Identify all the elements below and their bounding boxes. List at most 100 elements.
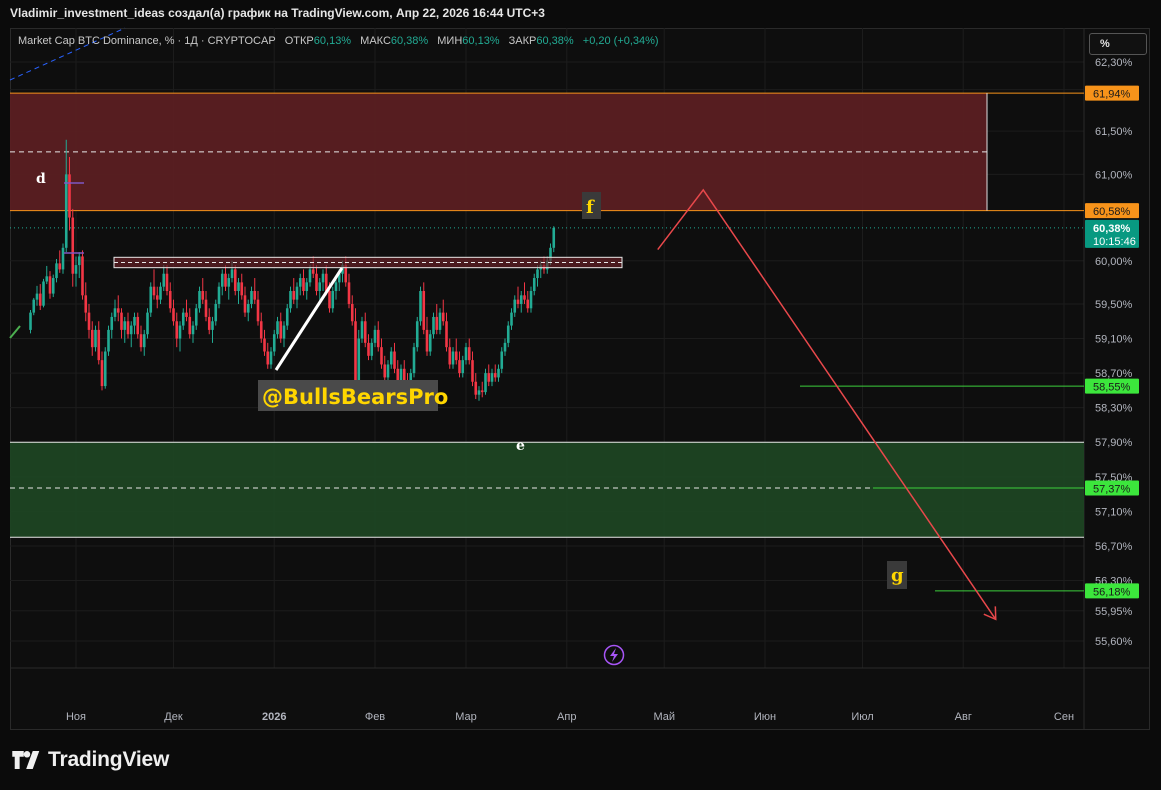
candle-up — [298, 278, 302, 287]
candle-down — [152, 286, 156, 296]
candle-down — [207, 316, 211, 330]
candle-down — [448, 347, 452, 365]
candle-up — [35, 293, 39, 300]
price-tag-text: 60,58% — [1093, 206, 1131, 218]
candle-up — [272, 334, 276, 352]
time-tick-label: Авг — [955, 711, 972, 723]
candle-up — [64, 174, 68, 248]
candle-down — [224, 273, 227, 287]
candle-up — [142, 334, 146, 348]
price-tick-label: 57,10% — [1095, 506, 1133, 518]
candle-up — [295, 286, 299, 300]
candle-down — [233, 269, 237, 292]
change-value: +0,20 (+0,34%) — [582, 35, 659, 47]
candle-up — [159, 286, 162, 300]
candle-up — [536, 269, 539, 279]
price-tick-label: 60,00% — [1095, 256, 1133, 268]
candle-up — [230, 269, 234, 279]
candle-up — [178, 325, 182, 339]
candle-up — [519, 295, 523, 304]
trend-line-white — [274, 267, 344, 371]
candle-down — [516, 299, 520, 304]
candle-up — [510, 312, 513, 326]
candle-up — [107, 329, 110, 352]
candle-up — [506, 325, 510, 343]
price-tag-text: 61,94% — [1093, 89, 1131, 101]
candle-down — [311, 269, 315, 274]
price-tick-label: 55,95% — [1095, 606, 1133, 618]
candle-down — [422, 291, 426, 330]
candle-down — [435, 316, 439, 330]
percent-scale-button[interactable]: % — [1089, 33, 1147, 55]
candle-up — [250, 291, 253, 304]
candle-up — [305, 282, 309, 292]
candle-down — [100, 360, 104, 387]
chart-canvas[interactable]: defg@BullsBearsPro 62,30%61,98%61,50%61,… — [0, 0, 1161, 790]
candle-down — [120, 312, 123, 330]
candle-up — [113, 308, 117, 317]
candle-down — [493, 373, 497, 378]
candle-down — [87, 312, 91, 330]
symbol-name: Market Cap BTC Dominance, % · 1Д · CRYPT… — [18, 35, 276, 47]
candle-down — [185, 312, 188, 317]
candle-down — [201, 291, 205, 300]
price-tick-label: 62,30% — [1095, 57, 1133, 69]
time-tick-label: Июн — [754, 711, 776, 723]
time-tick-label: Июл — [851, 711, 873, 723]
candle-up — [181, 312, 185, 326]
candle-down — [48, 276, 52, 294]
candle-down — [393, 351, 396, 369]
high-value: 60,38% — [390, 35, 429, 47]
candle-up — [373, 329, 377, 343]
annotation-f: f — [586, 197, 595, 218]
candle-up — [484, 373, 487, 393]
candle-down — [302, 278, 305, 292]
candle-up — [334, 282, 338, 292]
candle-up — [331, 291, 335, 309]
candle-up — [94, 329, 97, 348]
tradingview-logo: TradingView — [12, 748, 169, 772]
price-tag-text: 58,55% — [1093, 382, 1131, 394]
open-value: 60,13% — [313, 35, 352, 47]
candle-down — [376, 329, 380, 348]
candle-down — [136, 316, 140, 335]
candle-up — [123, 321, 127, 330]
candle-down — [58, 263, 62, 270]
candle-down — [175, 321, 179, 339]
candle-down — [253, 291, 257, 300]
candle-down — [350, 303, 354, 322]
price-tick-label: 57,90% — [1095, 437, 1133, 449]
low-value: 60,13% — [462, 35, 500, 47]
candle-up — [428, 334, 432, 352]
candle-up — [289, 291, 292, 309]
tradingview-wordmark: TradingView — [48, 748, 170, 771]
time-tick-label: Май — [653, 711, 675, 723]
candle-up — [32, 299, 36, 313]
candle-down — [523, 295, 526, 300]
projection-arrow — [657, 188, 997, 620]
time-tick-label: Мар — [455, 711, 477, 723]
tradingview-logo-icon — [12, 751, 40, 769]
candle-up — [503, 342, 507, 352]
candle-up — [412, 347, 416, 374]
candle-down — [188, 316, 192, 335]
candle-up — [386, 364, 390, 378]
watermark-text: @BullsBearsPro — [262, 385, 448, 409]
candle-up — [29, 312, 32, 330]
zones — [10, 92, 1084, 538]
candle-down — [458, 360, 461, 374]
candle-up — [162, 273, 166, 287]
candle-down — [354, 321, 357, 382]
candle-up — [532, 278, 536, 292]
candle-up — [477, 390, 481, 395]
candle-down — [425, 329, 429, 352]
price-tag-text: 60,38% — [1093, 223, 1131, 235]
candle-down — [165, 273, 169, 292]
candle-up — [552, 227, 556, 248]
candle-down — [487, 373, 491, 382]
candle-down — [139, 334, 143, 348]
price-tick-label: 58,30% — [1095, 403, 1133, 415]
candle-up — [42, 281, 45, 306]
price-tick-label: 61,00% — [1095, 169, 1133, 181]
candle-up — [211, 321, 214, 330]
